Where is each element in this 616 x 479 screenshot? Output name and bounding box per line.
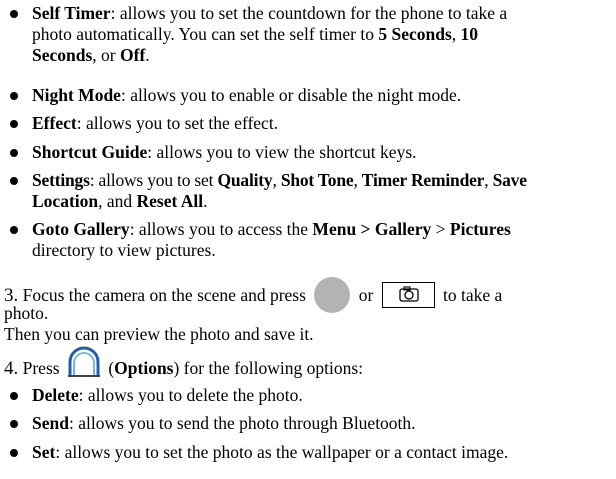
item-title: Self Timer bbox=[32, 3, 111, 23]
list-item-self-timer: Self Timer: allows you to set the countd… bbox=[0, 3, 616, 66]
item-title: Delete bbox=[32, 385, 79, 405]
list-item-set: Set: allows you to set the photo as the … bbox=[0, 442, 616, 463]
step-number: 4. bbox=[4, 358, 19, 380]
bullet-icon bbox=[10, 177, 18, 185]
bullet-icon bbox=[10, 449, 18, 457]
list-item-send: Send: allows you to send the photo throu… bbox=[0, 413, 616, 434]
item-title: Send bbox=[32, 413, 69, 433]
options-softkey-icon bbox=[66, 345, 102, 379]
list-item-goto-gallery: Goto Gallery: allows you to access the M… bbox=[0, 219, 616, 261]
bullet-icon bbox=[10, 92, 18, 100]
list-item-effect: Effect: allows you to set the effect. bbox=[0, 113, 616, 134]
bullet-icon bbox=[10, 149, 18, 157]
list-item-settings: Settings: allows you to set Quality, Sho… bbox=[0, 170, 616, 212]
manual-page: Self Timer: allows you to set the countd… bbox=[0, 0, 616, 479]
item-title: Night Mode bbox=[32, 85, 121, 105]
item-title: Shortcut Guide bbox=[32, 142, 148, 162]
item-title: Set bbox=[32, 442, 56, 462]
step-3: 3. Focus the camera on the scene and pre… bbox=[0, 271, 616, 344]
list-item-shortcut-guide: Shortcut Guide: allows you to view the s… bbox=[0, 142, 616, 163]
step-4: 4. Press (Options) for the following opt… bbox=[0, 344, 616, 380]
bullet-icon bbox=[10, 420, 18, 428]
list-item-delete: Delete: allows you to delete the photo. bbox=[0, 385, 616, 406]
list-item-night-mode: Night Mode: allows you to enable or disa… bbox=[0, 85, 616, 106]
item-title: Settings bbox=[32, 170, 90, 190]
bullet-icon bbox=[10, 226, 18, 234]
bullet-icon bbox=[10, 10, 18, 18]
item-title: Effect bbox=[32, 113, 77, 133]
bullet-icon bbox=[10, 120, 18, 128]
bullet-icon bbox=[10, 392, 18, 400]
item-title: Goto Gallery bbox=[32, 219, 130, 239]
